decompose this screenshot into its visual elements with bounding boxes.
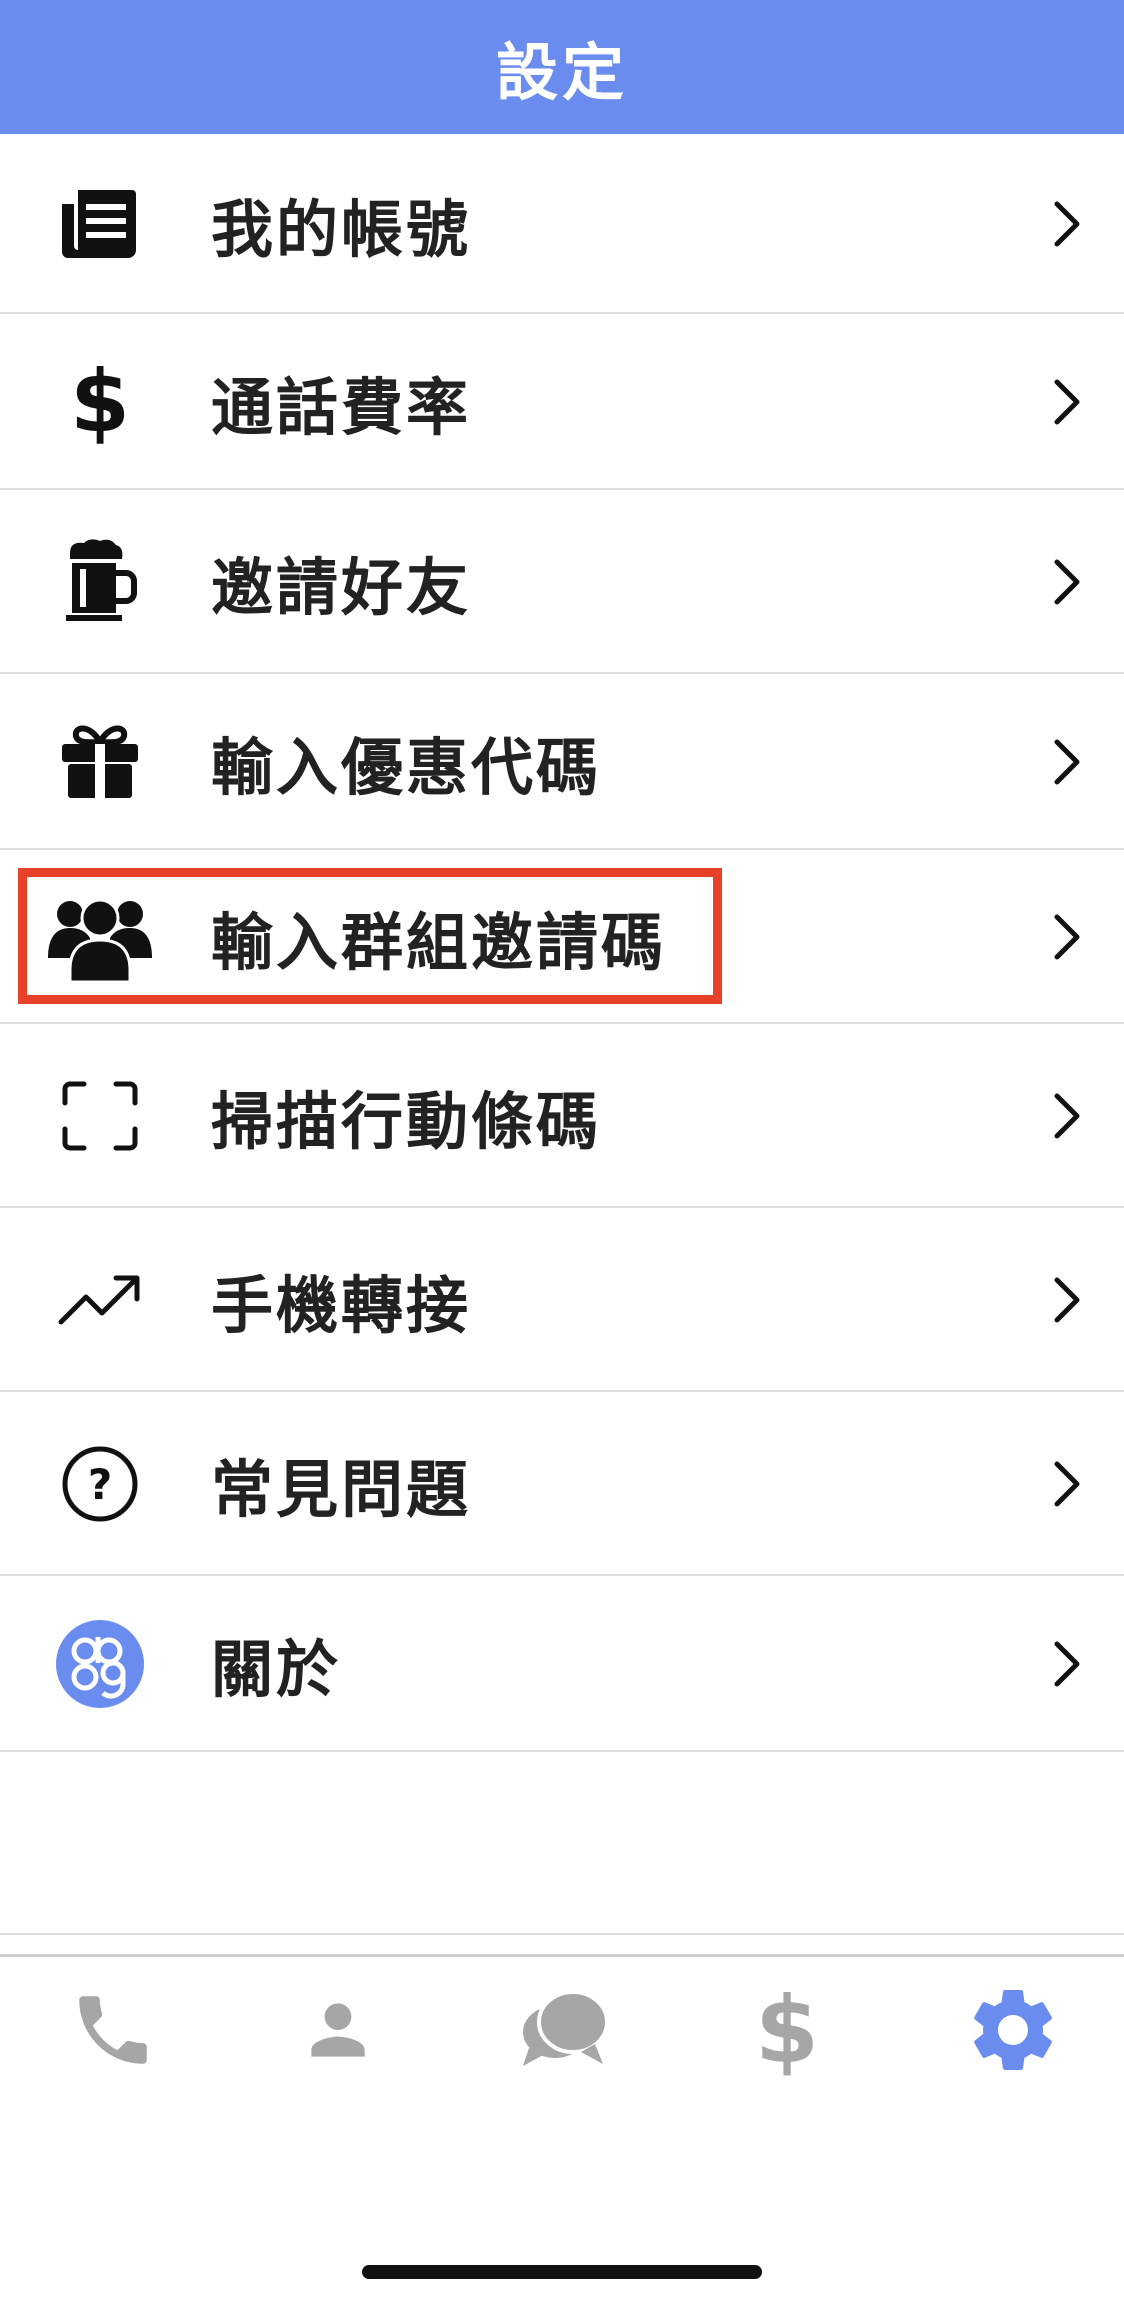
chevron-right-icon	[1054, 1461, 1080, 1507]
gift-icon	[55, 717, 145, 807]
menu-item-label: 手機轉接	[211, 1269, 472, 1342]
menu-item-about[interactable]: 關於	[0, 1576, 1124, 1752]
chevron-right-icon	[1054, 201, 1080, 247]
svg-text:$: $	[755, 1982, 819, 2078]
menu-item-scan-qr[interactable]: 掃描行動條碼	[0, 1024, 1124, 1208]
chevron-right-icon	[1054, 1093, 1080, 1139]
menu-item-label: 輸入群組邀請碼	[211, 906, 667, 979]
tab-settings[interactable]	[958, 1975, 1068, 2085]
tabbar-divider	[0, 1933, 1124, 1935]
page-title: 設定	[495, 36, 628, 109]
scan-frame-icon	[55, 1071, 145, 1161]
menu-item-faq[interactable]: ? 常見問題	[0, 1392, 1124, 1576]
menu-item-call-forwarding[interactable]: 手機轉接	[0, 1208, 1124, 1392]
account-list-icon	[55, 179, 145, 269]
chevron-right-icon	[1054, 379, 1080, 425]
tab-messages[interactable]	[508, 1975, 618, 2085]
group-icon	[45, 892, 155, 982]
svg-text:?: ?	[88, 1460, 112, 1509]
menu-item-label: 掃描行動條碼	[211, 1085, 602, 1158]
menu-item-invite-friends[interactable]: 邀請好友	[0, 490, 1124, 674]
chevron-right-icon	[1054, 914, 1080, 960]
menu-item-promo-code[interactable]: 輸入優惠代碼	[0, 674, 1124, 850]
dollar-icon: $	[755, 1982, 819, 2078]
menu-item-call-rates[interactable]: $ 通話費率	[0, 314, 1124, 490]
menu-item-label: 常見問題	[211, 1453, 472, 1526]
chevron-right-icon	[1054, 559, 1080, 605]
tab-phone[interactable]	[58, 1975, 168, 2085]
chevron-right-icon	[1054, 739, 1080, 785]
chat-bubbles-icon	[523, 1990, 609, 2066]
chevron-right-icon	[1054, 1277, 1080, 1323]
menu-item-my-account[interactable]: 我的帳號	[0, 134, 1124, 314]
gear-icon	[974, 1990, 1052, 2070]
menu-item-label: 通話費率	[211, 371, 472, 444]
home-indicator	[362, 2265, 762, 2279]
menu-item-label: 我的帳號	[211, 193, 472, 266]
phone-icon	[79, 1996, 147, 2064]
person-icon	[311, 2003, 365, 2057]
dollar-icon: $	[55, 357, 145, 447]
tab-contacts[interactable]	[283, 1975, 393, 2085]
chevron-right-icon	[1054, 1641, 1080, 1687]
menu-item-label: 邀請好友	[211, 551, 472, 624]
help-circle-icon: ?	[55, 1439, 145, 1529]
tab-rates[interactable]: $	[732, 1975, 842, 2085]
trending-up-icon	[55, 1255, 145, 1345]
menu-item-label: 關於	[211, 1633, 342, 1706]
tabbar-border	[0, 1954, 1124, 1957]
beer-mug-icon	[55, 536, 145, 626]
menu-item-group-invite-code[interactable]: 輸入群組邀請碼	[0, 850, 1124, 1024]
header-bar: 設定	[0, 0, 1124, 134]
menu-item-label: 輸入優惠代碼	[211, 731, 602, 804]
app-logo-icon	[55, 1619, 145, 1709]
svg-text:$: $	[70, 357, 130, 447]
